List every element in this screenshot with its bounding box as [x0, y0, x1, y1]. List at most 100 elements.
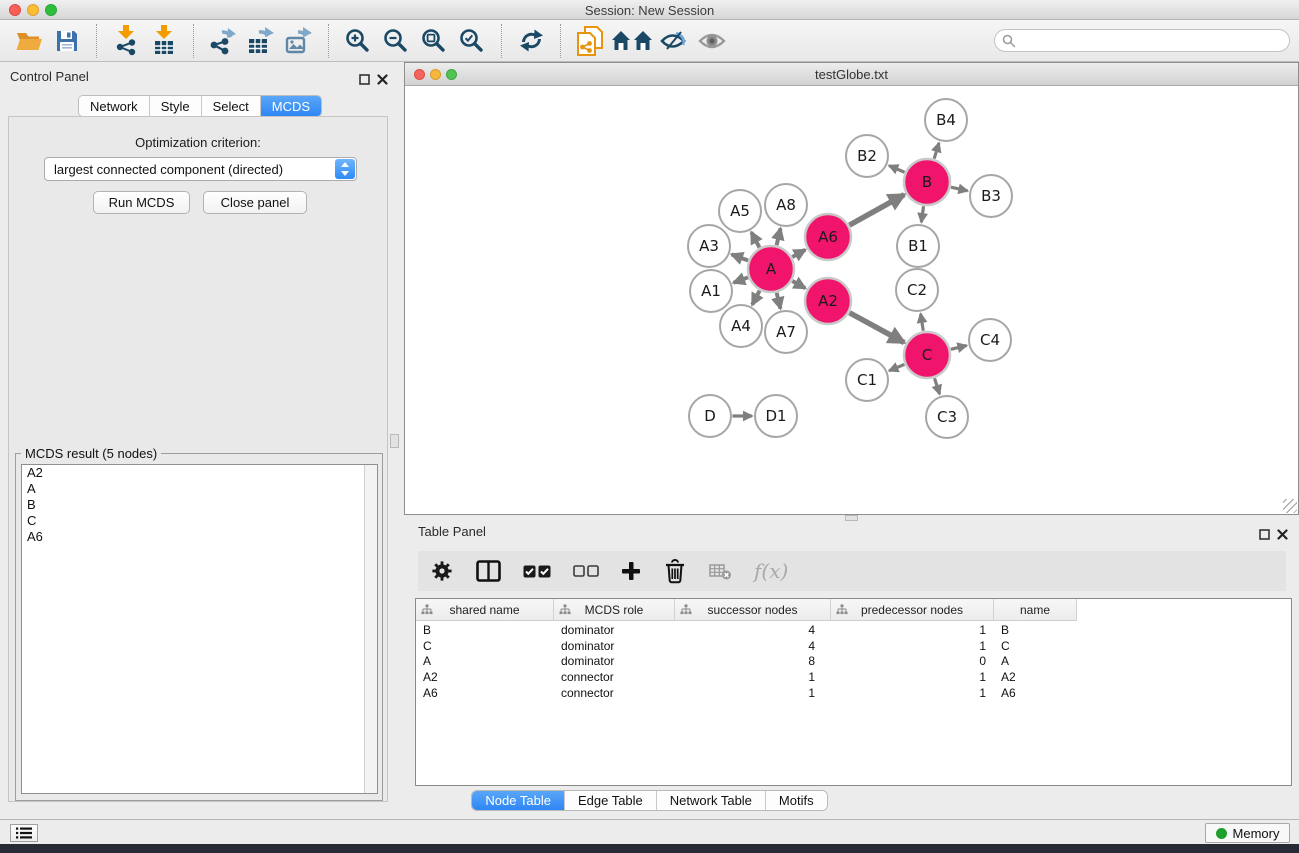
graph-edge-C-C1[interactable]	[889, 364, 904, 370]
table-row[interactable]: Adominator80A	[416, 653, 1291, 669]
graph-edge-A6-B[interactable]	[849, 195, 904, 225]
run-mcds-button[interactable]: Run MCDS	[93, 191, 190, 214]
table-settings-gear-icon[interactable]	[430, 556, 454, 586]
table-row[interactable]: Cdominator41C	[416, 638, 1291, 654]
hide-selected-eye-icon[interactable]	[693, 24, 731, 58]
import-table-icon[interactable]	[145, 24, 183, 58]
graph-node-C2[interactable]: C2	[896, 269, 938, 311]
graph-edge-A2-C[interactable]	[850, 313, 905, 343]
delete-column-trash-icon[interactable]	[663, 556, 687, 586]
control-panel-close-icon[interactable]	[377, 72, 388, 83]
graph-edge-A-A8[interactable]	[777, 228, 781, 245]
column-header-shared-name[interactable]: shared name	[416, 599, 554, 621]
graph-edge-A-A1[interactable]	[734, 277, 748, 282]
tab-edge-table[interactable]: Edge Table	[565, 791, 657, 810]
graph-edge-C-C3[interactable]	[935, 378, 940, 394]
graph-node-B4[interactable]: B4	[925, 99, 967, 141]
tab-network-table[interactable]: Network Table	[657, 791, 766, 810]
graph-node-A4[interactable]: A4	[720, 305, 762, 347]
result-list-scrollbar[interactable]	[364, 465, 377, 793]
search-input[interactable]	[994, 29, 1290, 52]
graph-node-A2[interactable]: A2	[805, 278, 851, 324]
graph-edge-A-A3[interactable]	[732, 254, 749, 260]
graph-edge-A-A5[interactable]	[751, 232, 759, 247]
graph-node-A1[interactable]: A1	[690, 270, 732, 312]
column-view-icon[interactable]	[476, 556, 501, 586]
save-session-icon[interactable]	[48, 24, 86, 58]
export-table-icon[interactable]	[242, 24, 280, 58]
graph-node-B2[interactable]: B2	[846, 135, 888, 177]
graph-edge-A-A6[interactable]	[792, 250, 805, 257]
table-panel-close-icon[interactable]	[1277, 527, 1288, 538]
export-network-icon[interactable]	[204, 24, 242, 58]
table-row[interactable]: A6connector11A6	[416, 685, 1291, 701]
graph-edge-B-B3[interactable]	[951, 187, 968, 191]
table-row[interactable]: A2connector11A2	[416, 669, 1291, 685]
network-canvas[interactable]: B4B2BB3A8A5A6A3B1AA1C2A2A4A7C4CC1C3DD1	[405, 86, 1298, 514]
graph-node-B1[interactable]: B1	[897, 225, 939, 267]
result-item[interactable]: B	[22, 497, 377, 513]
graph-node-C3[interactable]: C3	[926, 396, 968, 438]
graph-edge-B-B1[interactable]	[921, 206, 923, 222]
control-panel-float-icon[interactable]	[359, 72, 370, 83]
zoom-out-icon[interactable]	[377, 24, 415, 58]
import-network-icon[interactable]	[107, 24, 145, 58]
horizontal-splitter-grip[interactable]	[845, 515, 858, 521]
graph-node-A6[interactable]: A6	[805, 214, 851, 260]
delete-table-icon[interactable]	[709, 556, 732, 586]
graph-node-A3[interactable]: A3	[688, 225, 730, 267]
graph-node-B3[interactable]: B3	[970, 175, 1012, 217]
graph-node-D[interactable]: D	[689, 395, 731, 437]
graph-node-A5[interactable]: A5	[719, 190, 761, 232]
column-header-predecessor-nodes[interactable]: predecessor nodes	[831, 599, 994, 621]
result-item[interactable]: A2	[22, 465, 377, 481]
graph-edge-B-B2[interactable]	[889, 166, 904, 173]
graph-edge-C-C2[interactable]	[921, 314, 924, 331]
tab-network[interactable]: Network	[79, 96, 150, 116]
graph-edge-A-A2[interactable]	[792, 281, 805, 288]
result-item[interactable]: A6	[22, 529, 377, 545]
table-row[interactable]: Bdominator41B	[416, 622, 1291, 638]
graph-edge-C-C4[interactable]	[951, 346, 967, 350]
graph-edge-A-A4[interactable]	[752, 291, 759, 305]
zoom-selected-icon[interactable]	[453, 24, 491, 58]
graph-node-A[interactable]: A	[748, 246, 794, 292]
memory-button[interactable]: Memory	[1205, 823, 1290, 843]
window-resize-grip[interactable]	[1283, 499, 1297, 513]
criterion-select[interactable]: largest connected component (directed)	[44, 157, 357, 181]
graph-edge-A-A7[interactable]	[777, 293, 781, 309]
deselect-all-checkboxes-icon[interactable]	[573, 556, 599, 586]
automatic-layout-icon[interactable]	[609, 24, 655, 58]
network-window-titlebar[interactable]: testGlobe.txt	[405, 63, 1298, 86]
column-header-mcds-role[interactable]: MCDS role	[554, 599, 675, 621]
function-builder-icon[interactable]: f(x)	[754, 559, 788, 583]
clone-network-icon[interactable]	[571, 24, 609, 58]
refresh-icon[interactable]	[512, 24, 550, 58]
graph-node-C1[interactable]: C1	[846, 359, 888, 401]
graph-node-C4[interactable]: C4	[969, 319, 1011, 361]
tab-select[interactable]: Select	[202, 96, 261, 116]
zoom-fit-icon[interactable]	[415, 24, 453, 58]
add-column-icon[interactable]	[621, 556, 641, 586]
vizmapper-icon[interactable]	[655, 24, 693, 58]
zoom-in-icon[interactable]	[339, 24, 377, 58]
graph-node-B[interactable]: B	[904, 159, 950, 205]
tab-motifs[interactable]: Motifs	[766, 791, 827, 810]
table-panel-float-icon[interactable]	[1259, 527, 1270, 538]
graph-edge-B-B4[interactable]	[934, 143, 939, 159]
tab-mcds[interactable]: MCDS	[261, 96, 321, 116]
graph-node-A8[interactable]: A8	[765, 184, 807, 226]
graph-node-A7[interactable]: A7	[765, 311, 807, 353]
task-history-list-icon[interactable]	[10, 824, 38, 842]
export-image-icon[interactable]	[280, 24, 318, 58]
tab-style[interactable]: Style	[150, 96, 202, 116]
graph-node-C[interactable]: C	[904, 332, 950, 378]
column-header-successor-nodes[interactable]: successor nodes	[675, 599, 831, 621]
select-all-checkboxes-icon[interactable]	[523, 556, 551, 586]
open-session-icon[interactable]	[10, 24, 48, 58]
close-panel-button[interactable]: Close panel	[203, 191, 307, 214]
column-header-name[interactable]: name	[994, 599, 1077, 621]
result-item[interactable]: A	[22, 481, 377, 497]
result-item[interactable]: C	[22, 513, 377, 529]
panel-splitter-grip[interactable]	[390, 434, 399, 448]
